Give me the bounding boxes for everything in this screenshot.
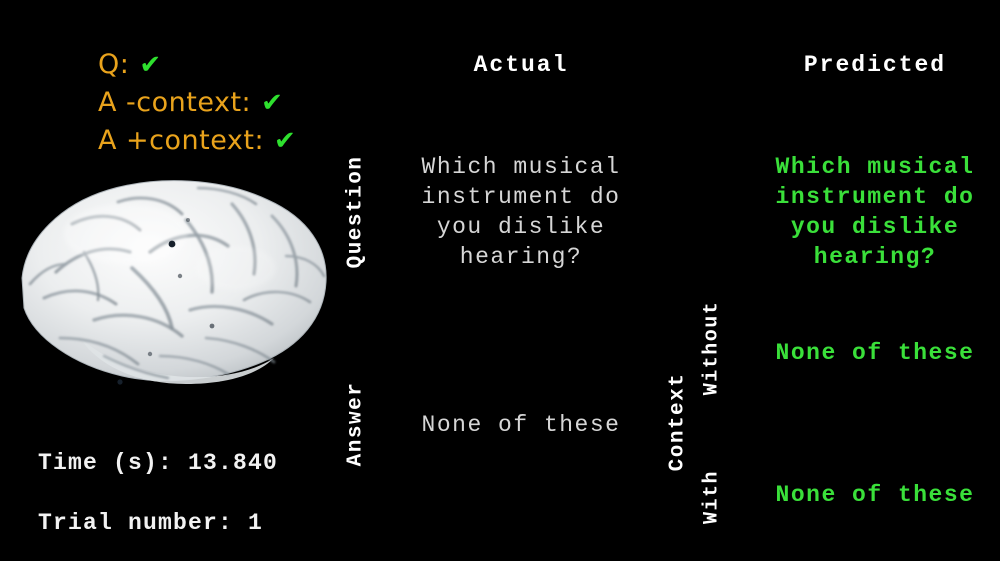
flag-label-answer-with-context: A +context:: [98, 125, 265, 156]
flag-label-answer-without-context: A -context:: [98, 87, 252, 118]
row-label-question: Question: [344, 155, 368, 269]
cell-predicted-answer-without-context: None of these: [775, 340, 975, 366]
check-icon: ✔: [274, 126, 296, 156]
flag-label-question: Q:: [98, 49, 130, 80]
check-icon: ✔: [139, 50, 162, 80]
cell-actual-answer: None of these: [421, 412, 621, 438]
cell-actual-question: Which musical instrument do you dislike …: [421, 154, 621, 270]
elapsed-time-readout: Time (s): 13.840: [38, 450, 279, 476]
decoding-visualization-screen: Q: ✔ A -context: ✔ A +context: ✔ Time (s…: [0, 0, 1000, 561]
brain-icon: [21, 180, 327, 385]
brain-surface-render: [0, 160, 340, 405]
column-header-predicted: Predicted: [803, 52, 947, 78]
accuracy-flag-list: Q: ✔ A -context: ✔ A +context: ✔: [98, 46, 358, 160]
column-header-actual: Actual: [473, 52, 569, 78]
flag-row-answer-with-context: A +context: ✔: [98, 122, 358, 160]
flag-row-question: Q: ✔: [98, 46, 358, 84]
trial-number-readout: Trial number: 1: [38, 510, 264, 536]
cell-predicted-answer-with-context: None of these: [775, 482, 975, 508]
flag-row-answer-without-context: A -context: ✔: [98, 84, 358, 122]
cell-predicted-question: Which musical instrument do you dislike …: [775, 154, 975, 270]
check-icon: ✔: [261, 88, 283, 118]
